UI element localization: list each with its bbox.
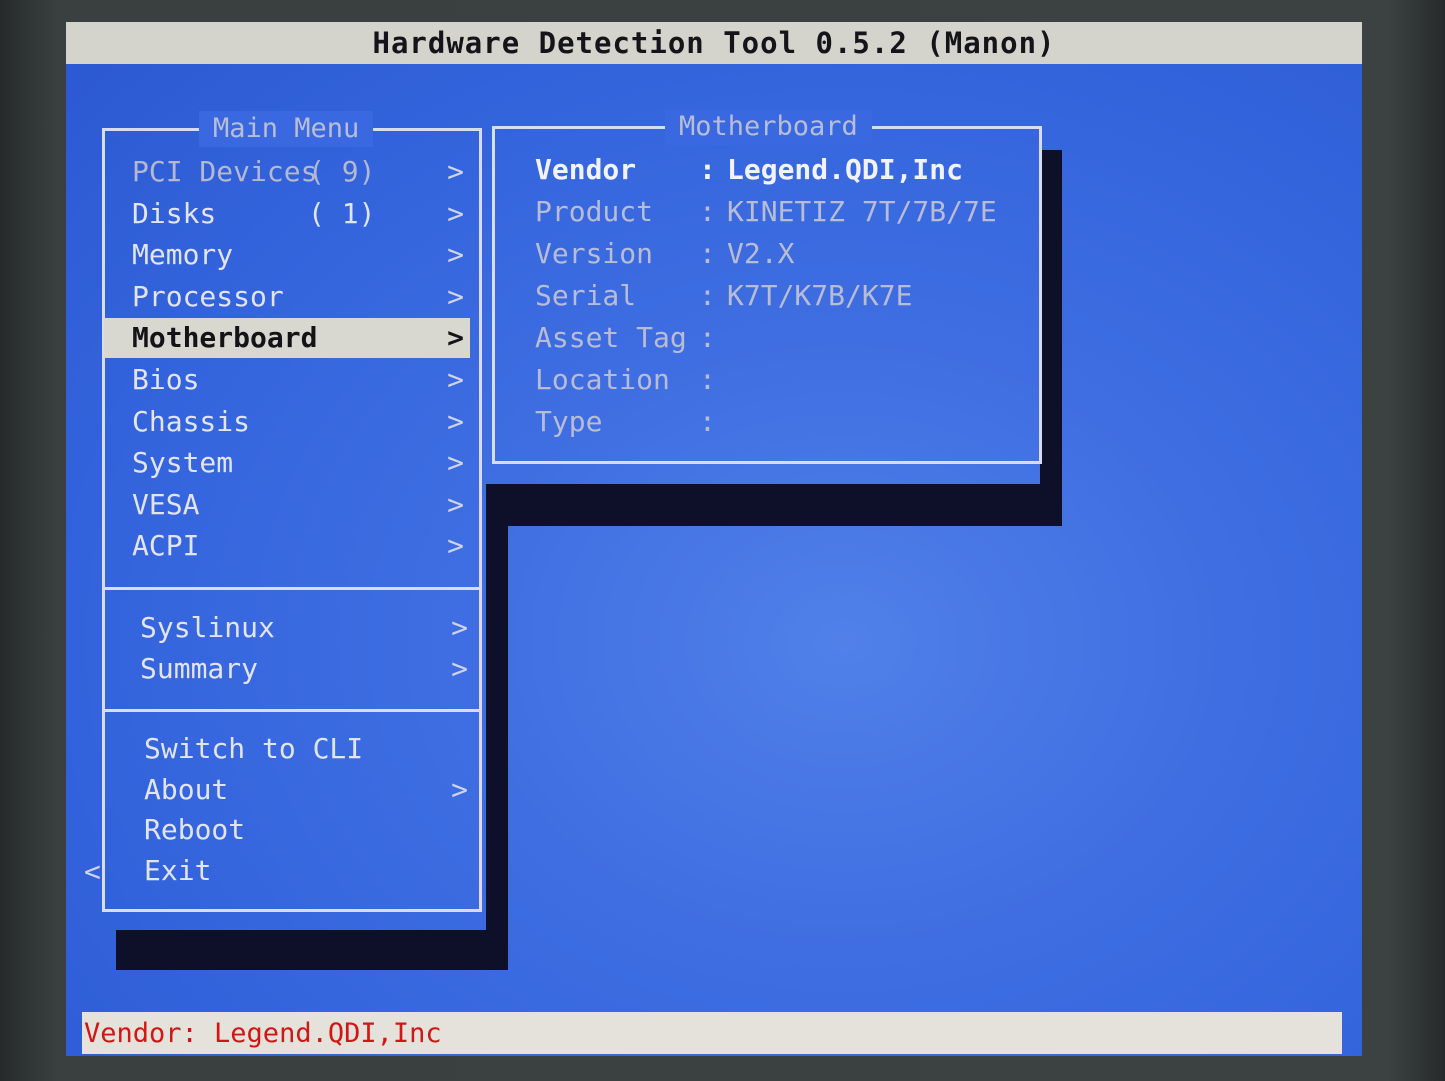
- menu-item-label: PCI Devices: [132, 155, 318, 188]
- main-menu-shadow: [116, 930, 508, 970]
- menu-item-label: System: [132, 446, 234, 480]
- field-asset-tag: Asset Tag:: [535, 317, 1035, 359]
- menu-item-label: Switch to CLI: [144, 732, 364, 765]
- menu-item-label: Syslinux: [140, 611, 275, 644]
- menu-item-system[interactable]: System >: [104, 443, 470, 483]
- menu-item-processor[interactable]: Processor >: [104, 277, 470, 317]
- chevron-right-icon: >: [447, 155, 464, 188]
- field-separator: :: [699, 153, 716, 186]
- motherboard-panel-title: Motherboard: [665, 109, 872, 145]
- menu-item-switch-to-cli[interactable]: Switch to CLI: [104, 729, 474, 769]
- menu-item-label: Chassis: [132, 404, 251, 438]
- field-value: K7T/K7B/K7E: [727, 279, 913, 312]
- chevron-right-icon: >: [447, 446, 464, 480]
- app-title: Hardware Detection Tool 0.5.2 (Manon): [372, 26, 1056, 60]
- status-bar: Vendor: Legend.QDI,Inc: [82, 1012, 1342, 1054]
- menu-item-count: ( 1): [308, 196, 376, 230]
- chevron-right-icon: >: [447, 196, 464, 230]
- menu-item-label: About: [144, 772, 229, 806]
- field-separator: :: [699, 195, 716, 228]
- menu-item-label: Motherboard: [132, 321, 318, 355]
- panel-shadow-bottom: [490, 484, 1062, 526]
- field-separator: :: [699, 405, 716, 438]
- chevron-right-icon: >: [447, 363, 464, 396]
- menu-divider: [105, 709, 479, 712]
- menu-item-label: ACPI: [132, 529, 200, 563]
- field-serial: Serial: K7T/K7B/K7E: [535, 275, 1035, 317]
- field-label: Type: [535, 405, 603, 438]
- menu-item-label: Exit: [144, 853, 212, 887]
- field-separator: :: [699, 321, 716, 354]
- main-menu-shadow-right: [486, 484, 508, 970]
- menu-item-summary[interactable]: Summary >: [104, 649, 474, 689]
- menu-item-about[interactable]: About >: [104, 770, 474, 810]
- chevron-right-icon: >: [447, 238, 464, 272]
- panel-shadow-right: [1040, 150, 1062, 526]
- menu-item-label: Summary: [140, 652, 259, 685]
- menu-item-label: Bios: [132, 363, 200, 396]
- field-version: Version: V2.X: [535, 233, 1035, 275]
- field-type: Type:: [535, 401, 1035, 443]
- menu-item-acpi[interactable]: ACPI >: [104, 526, 470, 566]
- menu-item-label: Memory: [132, 238, 234, 272]
- field-product: Product: KINETIZ 7T/7B/7E: [535, 191, 1035, 233]
- menu-item-reboot[interactable]: Reboot: [104, 810, 474, 850]
- field-label: Version: [535, 237, 654, 270]
- menu-item-pci-devices[interactable]: PCI Devices( 9) >: [104, 152, 470, 192]
- chevron-right-icon: >: [447, 529, 464, 563]
- field-label: Product: [535, 195, 654, 228]
- field-label: Serial: [535, 279, 637, 312]
- menu-item-label: Processor: [132, 279, 284, 313]
- menu-item-exit[interactable]: Exit: [104, 851, 474, 891]
- field-label: Asset Tag: [535, 321, 687, 354]
- menu-item-syslinux[interactable]: Syslinux >: [104, 608, 474, 648]
- motherboard-panel: Motherboard Vendor: Legend.QDI,Inc Product…: [492, 109, 1042, 464]
- chevron-left-icon: <: [84, 854, 101, 888]
- status-text: Vendor: Legend.QDI,Inc: [84, 1017, 442, 1049]
- menu-item-count: ( 9): [308, 155, 376, 188]
- menu-item-label: VESA: [132, 487, 200, 521]
- chevron-right-icon: >: [451, 772, 468, 806]
- chevron-right-icon: >: [447, 487, 464, 521]
- chevron-right-icon: >: [451, 652, 468, 685]
- menu-item-bios[interactable]: Bios >: [104, 360, 470, 400]
- menu-item-label: Reboot: [144, 813, 246, 846]
- menu-item-motherboard[interactable]: Motherboard >: [104, 318, 470, 359]
- menu-item-chassis[interactable]: Chassis >: [104, 402, 470, 442]
- field-separator: :: [699, 279, 716, 312]
- main-menu-title: Main Menu: [199, 111, 374, 147]
- field-location: Location:: [535, 359, 1035, 401]
- menu-divider: [105, 587, 479, 590]
- menu-item-vesa[interactable]: VESA >: [104, 485, 470, 525]
- menu-item-memory[interactable]: Memory >: [104, 235, 470, 275]
- chevron-right-icon: >: [447, 279, 464, 313]
- field-label: Location: [535, 363, 670, 396]
- field-value: V2.X: [727, 237, 795, 270]
- chevron-right-icon: >: [447, 404, 464, 438]
- chevron-right-icon: >: [447, 321, 464, 355]
- field-vendor: Vendor: Legend.QDI,Inc: [535, 149, 1035, 191]
- field-separator: :: [699, 363, 716, 396]
- title-bar: Hardware Detection Tool 0.5.2 (Manon): [66, 22, 1362, 64]
- field-value: Legend.QDI,Inc: [727, 153, 964, 186]
- menu-item-label: Disks: [132, 196, 217, 230]
- field-value: KINETIZ 7T/7B/7E: [727, 195, 997, 228]
- screen: Hardware Detection Tool 0.5.2 (Manon) Ma…: [66, 22, 1362, 1056]
- field-separator: :: [699, 237, 716, 270]
- menu-item-disks[interactable]: Disks ( 1) >: [104, 194, 470, 234]
- field-label: Vendor: [535, 153, 637, 186]
- chevron-right-icon: >: [451, 611, 468, 644]
